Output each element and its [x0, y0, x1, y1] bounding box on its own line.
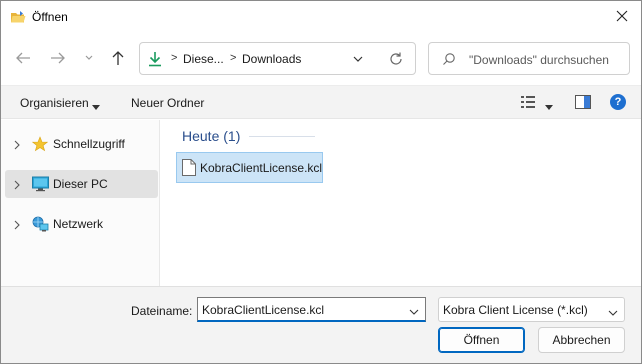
network-icon [32, 216, 49, 232]
open-file-dialog: Öffnen > Diese... > Downloads "Downloads… [0, 0, 642, 364]
recent-locations-button[interactable] [78, 47, 100, 69]
chevron-down-icon [85, 55, 93, 60]
sidebar-item-label: Schnellzugriff [53, 137, 125, 151]
dialog-footer: Dateiname: KobraClientLicense.kcl Kobra … [1, 286, 641, 363]
address-history-button[interactable] [351, 52, 365, 66]
chevron-right-icon[interactable] [13, 219, 21, 230]
file-list: Heute (1) KobraClientLicense.kcl [161, 120, 641, 286]
file-icon [182, 159, 196, 176]
back-button[interactable] [12, 47, 34, 69]
sidebar-item-network[interactable]: Netzwerk [5, 210, 158, 238]
group-divider [249, 136, 315, 137]
preview-pane-icon [575, 95, 591, 109]
refresh-icon [390, 52, 402, 65]
file-type-select[interactable]: Kobra Client License (*.kcl) [438, 297, 625, 322]
up-button[interactable] [107, 47, 129, 69]
title-bar: Öffnen [1, 1, 641, 33]
navigation-pane: Schnellzugriff Dieser PC Netzwerk [1, 120, 160, 286]
group-header[interactable]: Heute (1) [182, 128, 240, 144]
help-button[interactable]: ? [610, 94, 626, 110]
file-name: KobraClientLicense.kcl [200, 161, 323, 175]
filename-input[interactable]: KobraClientLicense.kcl [197, 297, 426, 322]
sidebar-item-label: Netzwerk [53, 217, 104, 231]
download-icon [147, 51, 163, 67]
search-placeholder: "Downloads" durchsuchen [469, 53, 609, 67]
chevron-right-icon[interactable] [13, 179, 21, 190]
sidebar-item-label: Dieser PC [53, 177, 108, 191]
close-icon [616, 10, 628, 22]
refresh-button[interactable] [388, 51, 404, 67]
chevron-down-icon [608, 306, 618, 316]
chevron-down-icon [353, 56, 363, 62]
filename-value: KobraClientLicense.kcl [202, 303, 325, 317]
search-icon [442, 52, 456, 66]
chevron-down-icon[interactable] [409, 305, 419, 315]
breadcrumb-downloads[interactable]: Downloads [242, 52, 301, 66]
window-title: Öffnen [32, 10, 68, 24]
star-icon [31, 136, 49, 152]
breadcrumb-separator: > [230, 52, 237, 64]
caret-down-icon [92, 100, 100, 110]
preview-pane-button[interactable] [575, 95, 591, 109]
sidebar-item-this-pc[interactable]: Dieser PC [5, 170, 158, 198]
arrow-up-icon [112, 51, 124, 65]
filename-label: Dateiname: [131, 304, 193, 318]
details-view-icon [521, 96, 535, 108]
arrow-right-icon [51, 52, 65, 64]
breadcrumb-separator: > [171, 52, 178, 64]
close-button[interactable] [607, 3, 637, 29]
folder-open-icon [10, 9, 26, 25]
caret-down-icon[interactable] [545, 100, 553, 110]
arrow-left-icon [16, 52, 30, 64]
breadcrumb-this-pc[interactable]: Diese... [183, 52, 224, 66]
open-button[interactable]: Öffnen [438, 327, 525, 353]
search-box[interactable]: "Downloads" durchsuchen [428, 42, 630, 75]
cancel-button[interactable]: Abbrechen [538, 327, 625, 353]
monitor-icon [32, 176, 49, 192]
address-bar[interactable]: > Diese... > Downloads [139, 42, 416, 75]
file-item[interactable]: KobraClientLicense.kcl [176, 152, 323, 183]
navigation-bar: > Diese... > Downloads "Downloads" durch… [1, 41, 641, 77]
file-type-value: Kobra Client License (*.kcl) [443, 303, 588, 317]
command-bar: Organisieren Neuer Ordner ? [1, 85, 641, 119]
forward-button[interactable] [47, 47, 69, 69]
new-folder-button[interactable]: Neuer Ordner [131, 96, 204, 110]
sidebar-item-quick-access[interactable]: Schnellzugriff [5, 130, 158, 158]
view-options-button[interactable] [521, 96, 535, 108]
organize-button[interactable]: Organisieren [20, 96, 89, 110]
chevron-right-icon[interactable] [13, 139, 21, 150]
